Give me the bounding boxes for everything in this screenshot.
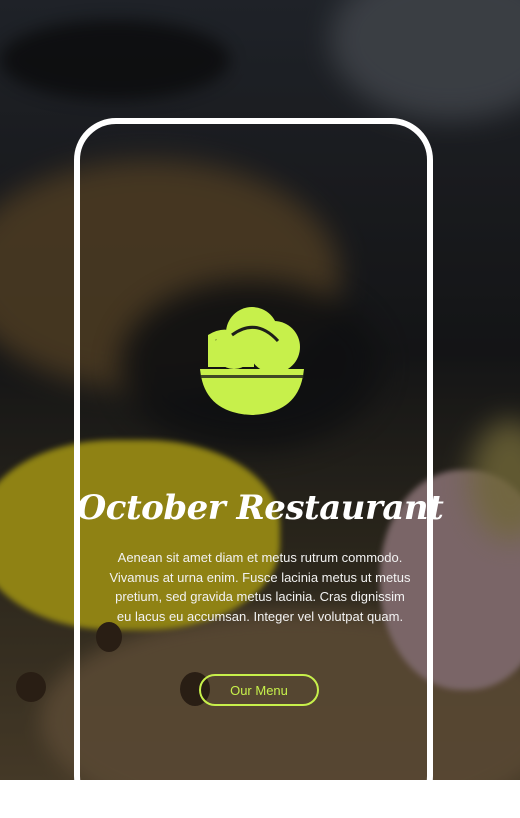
hero-description: Aenean sit amet diam et metus rutrum com… [109, 550, 411, 624]
our-menu-button-label: Our Menu [230, 682, 288, 698]
our-menu-button[interactable]: Our Menu [199, 674, 319, 706]
salad-bowl-icon [200, 307, 304, 415]
phone-frame [74, 118, 433, 818]
restaurant-title: October Restaurant [76, 488, 444, 528]
